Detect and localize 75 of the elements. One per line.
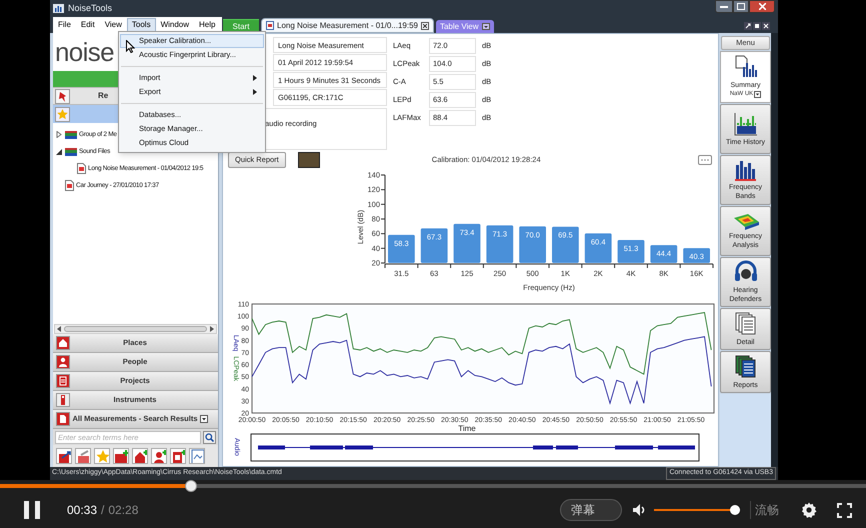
menu-item[interactable]: View: [100, 18, 127, 32]
progress-slider[interactable]: [0, 480, 866, 492]
meter-icon: [57, 394, 69, 406]
minimize-icon: [720, 6, 728, 8]
person-icon: [57, 356, 69, 368]
arrow-box-icon[interactable]: [56, 448, 72, 464]
close-button[interactable]: [749, 0, 775, 13]
dropdown-icon[interactable]: [754, 91, 762, 98]
folder-icon: [65, 146, 77, 156]
menu-item[interactable]: Help: [194, 18, 220, 32]
time-history-icon: [734, 112, 758, 136]
tab-label: Table View: [440, 20, 479, 32]
document-tab[interactable]: Long Noise Measurement - 01/0...19:59: [261, 18, 434, 33]
headphones-icon: [734, 260, 758, 284]
menu-item[interactable]: Window: [156, 18, 194, 32]
reports-icon: [734, 354, 756, 378]
close-icon: [422, 24, 427, 28]
tab-label: Long Noise Measurement - 01/0...19:59: [277, 20, 418, 32]
more-button[interactable]: [698, 155, 712, 165]
current-time: 00:33: [67, 502, 98, 519]
volume-slider[interactable]: [654, 504, 740, 516]
bar-chart-icon: [734, 159, 758, 181]
maximize-icon: [737, 3, 745, 10]
window-title: NoiseTools: [68, 2, 112, 15]
documents-icon: [57, 375, 69, 387]
total-time: 02:28: [108, 502, 138, 519]
document-icon: [266, 21, 274, 30]
maximize-button[interactable]: [733, 0, 749, 13]
expand-arrow-icon[interactable]: [56, 131, 62, 138]
person-plus-icon[interactable]: [151, 448, 167, 464]
heatmap-icon: [732, 212, 760, 230]
file-icon: [77, 163, 86, 174]
section-label: Re: [98, 90, 108, 102]
submenu-arrow-icon: [253, 75, 257, 81]
dropdown-icon[interactable]: [482, 23, 490, 30]
tray-icon[interactable]: [75, 448, 91, 464]
window-controls-icon[interactable]: [744, 22, 770, 30]
minimize-button[interactable]: [715, 0, 733, 13]
scroll-left-icon[interactable]: [56, 326, 62, 332]
chart-document-icon: [734, 55, 758, 79]
documents-icon: [734, 312, 756, 336]
close-tab-button[interactable]: [420, 22, 429, 30]
pushpin-icon[interactable]: [55, 88, 70, 104]
pause-button[interactable]: [24, 501, 40, 519]
app-icon: [53, 4, 64, 13]
submenu-arrow-icon: [253, 89, 257, 95]
star-icon[interactable]: [94, 448, 110, 464]
settings-icon[interactable]: [801, 502, 817, 518]
close-icon: [758, 3, 766, 10]
search-icon: [205, 432, 214, 442]
house-plus-icon[interactable]: [132, 448, 148, 464]
fullscreen-icon[interactable]: [837, 502, 852, 518]
dropdown-icon[interactable]: [200, 415, 208, 423]
folder-icon: [65, 130, 77, 140]
menu-item[interactable]: File: [53, 18, 76, 32]
photo-placeholder: [298, 152, 320, 168]
document-icon: [57, 413, 69, 425]
folder-plus-icon[interactable]: [113, 448, 129, 464]
time-separator: /: [101, 502, 104, 519]
menu-item[interactable]: Tools: [126, 18, 156, 32]
menu-item[interactable]: Edit: [76, 18, 100, 32]
cursor-icon: [126, 40, 135, 53]
map-icon[interactable]: [189, 448, 205, 464]
scroll-right-icon[interactable]: [209, 326, 215, 332]
collapse-arrow-icon[interactable]: [56, 148, 62, 154]
file-icon: [65, 180, 74, 191]
horizontal-scrollbar[interactable]: [54, 324, 217, 334]
danmaku-toggle[interactable]: 弹幕: [560, 499, 622, 521]
house-icon: [57, 337, 69, 349]
search-button[interactable]: [203, 430, 216, 444]
axis-title: Time: [458, 424, 476, 433]
logo-text: noise: [55, 39, 114, 65]
document-plus-icon[interactable]: [170, 448, 186, 464]
quality-button[interactable]: 流畅: [750, 501, 779, 519]
star-icon: [55, 106, 70, 122]
